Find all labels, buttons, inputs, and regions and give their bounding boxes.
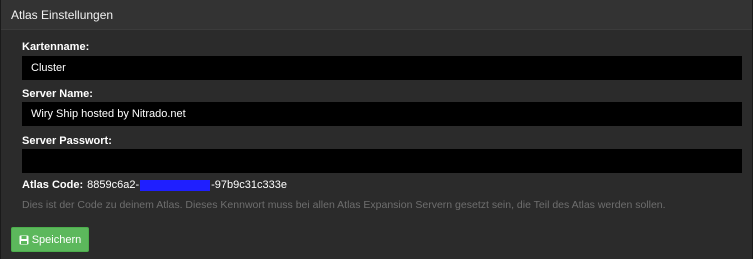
- atlas-code-prefix: 8859c6a2-: [87, 179, 140, 191]
- map-name-input[interactable]: [22, 56, 742, 80]
- panel-title: Atlas Einstellungen: [11, 7, 114, 22]
- atlas-code-suffix: -97b9c31c333e: [211, 179, 287, 191]
- server-name-label: Server Name:: [22, 88, 93, 100]
- atlas-code-hint: Dies ist der Code zu deinem Atlas. Diese…: [22, 199, 666, 211]
- panel-body: Kartenname: Server Name: Server Passwort…: [1, 31, 752, 259]
- server-password-label: Server Passwort:: [22, 135, 112, 147]
- save-icon: [19, 235, 29, 245]
- panel-header: Atlas Einstellungen: [1, 0, 752, 30]
- server-password-input[interactable]: [22, 149, 742, 173]
- server-name-input[interactable]: [22, 102, 742, 126]
- atlas-code-label: Atlas Code:: [22, 179, 84, 191]
- save-button[interactable]: Speichern: [11, 227, 89, 252]
- save-button-label: Speichern: [31, 233, 82, 246]
- atlas-code-redaction: [140, 179, 211, 191]
- atlas-settings-panel: Atlas Einstellungen Kartenname: Server N…: [0, 0, 753, 259]
- map-name-label: Kartenname:: [22, 41, 90, 53]
- atlas-code-row: Atlas Code: 8859c6a2- -97b9c31c333e: [22, 179, 287, 191]
